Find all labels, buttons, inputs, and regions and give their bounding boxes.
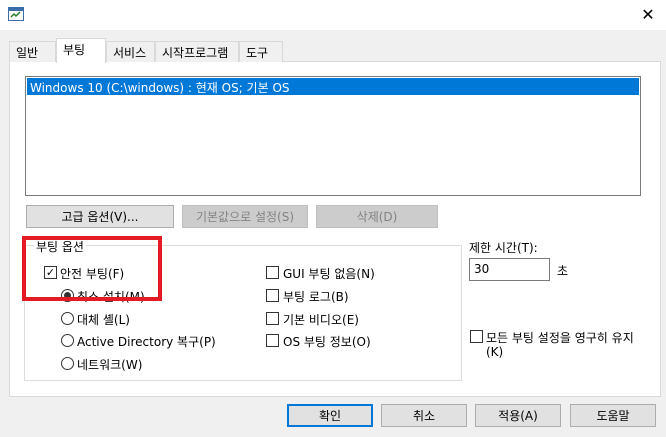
checkmark-icon: ✓ bbox=[45, 266, 56, 279]
timeout-label: 제한 시간(T): bbox=[469, 241, 538, 255]
apply-button[interactable]: 적용(A) bbox=[475, 404, 561, 427]
boot-log-label: 부팅 로그(B) bbox=[283, 290, 349, 304]
radio-selected-dot bbox=[64, 292, 71, 299]
ok-button[interactable]: 확인 bbox=[287, 404, 373, 427]
tab-startup[interactable]: 시작프로그램 bbox=[155, 41, 239, 62]
safe-boot-label: 안전 부팅(F) bbox=[60, 267, 125, 281]
tab-tools[interactable]: 도구 bbox=[239, 41, 283, 62]
close-icon: ✕ bbox=[641, 4, 655, 24]
cancel-button[interactable]: 취소 bbox=[381, 404, 467, 427]
timeout-input[interactable]: 30 bbox=[469, 258, 550, 281]
os-boot-info-checkbox[interactable] bbox=[266, 334, 279, 347]
close-button[interactable]: ✕ bbox=[634, 2, 662, 26]
help-button[interactable]: 도움말 bbox=[570, 404, 656, 427]
minimal-radio[interactable] bbox=[61, 289, 74, 302]
make-permanent-label-line2: (K) bbox=[486, 345, 504, 359]
no-gui-boot-label: GUI 부팅 없음(N) bbox=[283, 267, 375, 281]
tab-general[interactable]: 일반 bbox=[9, 41, 56, 62]
os-list[interactable]: Windows 10 (C:\windows) : 현재 OS; 기본 OS bbox=[25, 76, 641, 196]
delete-button[interactable]: 삭제(D) bbox=[316, 205, 438, 228]
base-video-label: 기본 비디오(E) bbox=[283, 313, 359, 327]
tab-label: 일반 bbox=[16, 46, 39, 60]
tab-boot[interactable]: 부팅 bbox=[56, 38, 106, 63]
alternate-shell-label: 대체 셸(L) bbox=[77, 313, 130, 327]
no-gui-boot-checkbox[interactable] bbox=[266, 266, 279, 279]
tab-services[interactable]: 서비스 bbox=[106, 41, 155, 62]
title-bar bbox=[0, 0, 666, 30]
timeout-unit: 초 bbox=[557, 264, 569, 278]
network-radio[interactable] bbox=[61, 357, 74, 370]
tab-label: 서비스 bbox=[113, 46, 147, 60]
ad-repair-label: Active Directory 복구(P) bbox=[77, 335, 216, 349]
os-list-item[interactable]: Windows 10 (C:\windows) : 현재 OS; 기본 OS bbox=[27, 78, 639, 95]
alternate-shell-radio[interactable] bbox=[61, 312, 74, 325]
boot-options-title: 부팅 옵션 bbox=[34, 238, 86, 255]
boot-log-checkbox[interactable] bbox=[266, 289, 279, 302]
minimal-label: 최소 설치(M) bbox=[77, 290, 145, 304]
network-label: 네트워크(W) bbox=[77, 358, 143, 372]
safe-boot-checkbox[interactable]: ✓ bbox=[44, 266, 57, 279]
base-video-checkbox[interactable] bbox=[266, 312, 279, 325]
os-boot-info-label: OS 부팅 정보(O) bbox=[283, 335, 371, 349]
tab-label: 도구 bbox=[246, 46, 269, 60]
set-default-button[interactable]: 기본값으로 설정(S) bbox=[182, 205, 308, 228]
os-entry-label: Windows 10 (C:\windows) : 현재 OS; 기본 OS bbox=[30, 81, 290, 95]
tab-label: 부팅 bbox=[63, 43, 86, 57]
make-permanent-checkbox[interactable] bbox=[470, 330, 483, 343]
advanced-options-button[interactable]: 고급 옵션(V)... bbox=[26, 205, 174, 228]
msconfig-app-icon bbox=[8, 7, 24, 21]
ad-repair-radio[interactable] bbox=[61, 334, 74, 347]
make-permanent-label: 모든 부팅 설정을 영구히 유지 bbox=[486, 331, 634, 345]
tab-label: 시작프로그램 bbox=[162, 46, 229, 60]
